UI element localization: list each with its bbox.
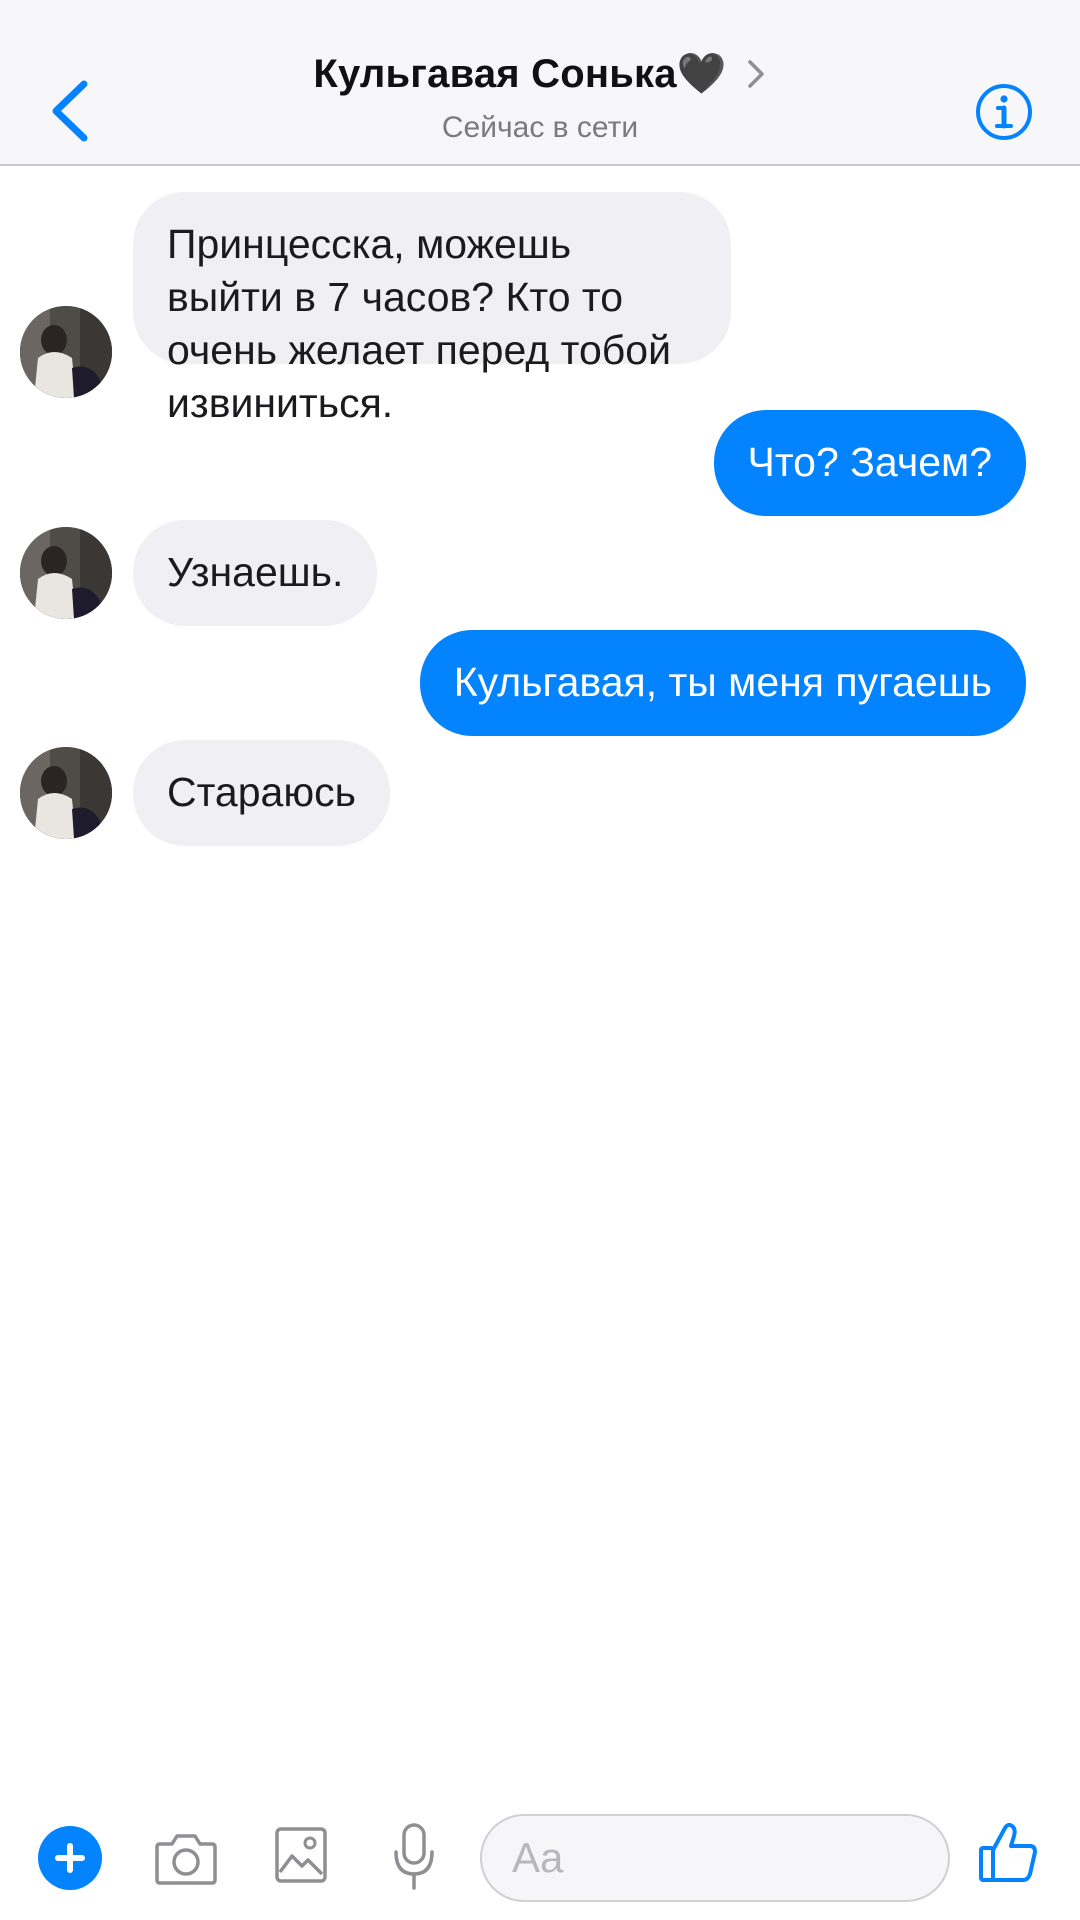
message-row-incoming: Стараюсь: [0, 740, 1080, 846]
image-icon[interactable]: [274, 1826, 328, 1884]
message-bubble-outgoing[interactable]: Кульгавая, ты меня пугаешь: [419, 630, 1026, 736]
message-bubble-incoming[interactable]: Принцесска, можешь выйти в 7 часов? Кто …: [133, 192, 731, 426]
message-row-incoming: Узнаешь.: [0, 520, 1080, 626]
contact-avatar[interactable]: [20, 747, 112, 839]
contact-name-button[interactable]: Кульгавая Сонька🖤: [313, 50, 766, 97]
message-bubble-incoming[interactable]: Стараюсь: [133, 740, 390, 846]
avatar-photo: [20, 306, 112, 398]
contact-avatar[interactable]: [20, 306, 112, 398]
avatar-photo: [20, 747, 112, 839]
online-status: Сейчас в сети: [441, 111, 639, 144]
camera-icon[interactable]: [154, 1830, 218, 1886]
avatar-photo: [20, 527, 112, 619]
message-row-incoming: Принцесска, можешь выйти в 7 часов? Кто …: [0, 192, 1080, 426]
plus-icon[interactable]: [38, 1826, 102, 1890]
message-composer: [0, 1800, 1080, 1910]
message-input[interactable]: [480, 1814, 950, 1902]
message-bubble-outgoing[interactable]: Что? Зачем?: [713, 410, 1026, 516]
thumbs-up-icon[interactable]: [978, 1820, 1038, 1884]
message-bubble-incoming[interactable]: Узнаешь.: [133, 520, 378, 626]
microphone-icon[interactable]: [392, 1822, 436, 1892]
contact-name: Кульгавая Сонька🖤: [313, 52, 727, 96]
title-block: Кульгавая Сонька🖤 Сейчас в сети: [0, 50, 1080, 145]
chat-header: Кульгавая Сонька🖤 Сейчас в сети: [0, 0, 1080, 166]
contact-avatar[interactable]: [20, 527, 112, 619]
chevron-right-icon: [747, 59, 764, 88]
message-row-outgoing: Кульгавая, ты меня пугаешь: [0, 630, 1080, 736]
info-icon[interactable]: [974, 82, 1034, 142]
message-row-outgoing: Что? Зачем?: [0, 410, 1080, 516]
